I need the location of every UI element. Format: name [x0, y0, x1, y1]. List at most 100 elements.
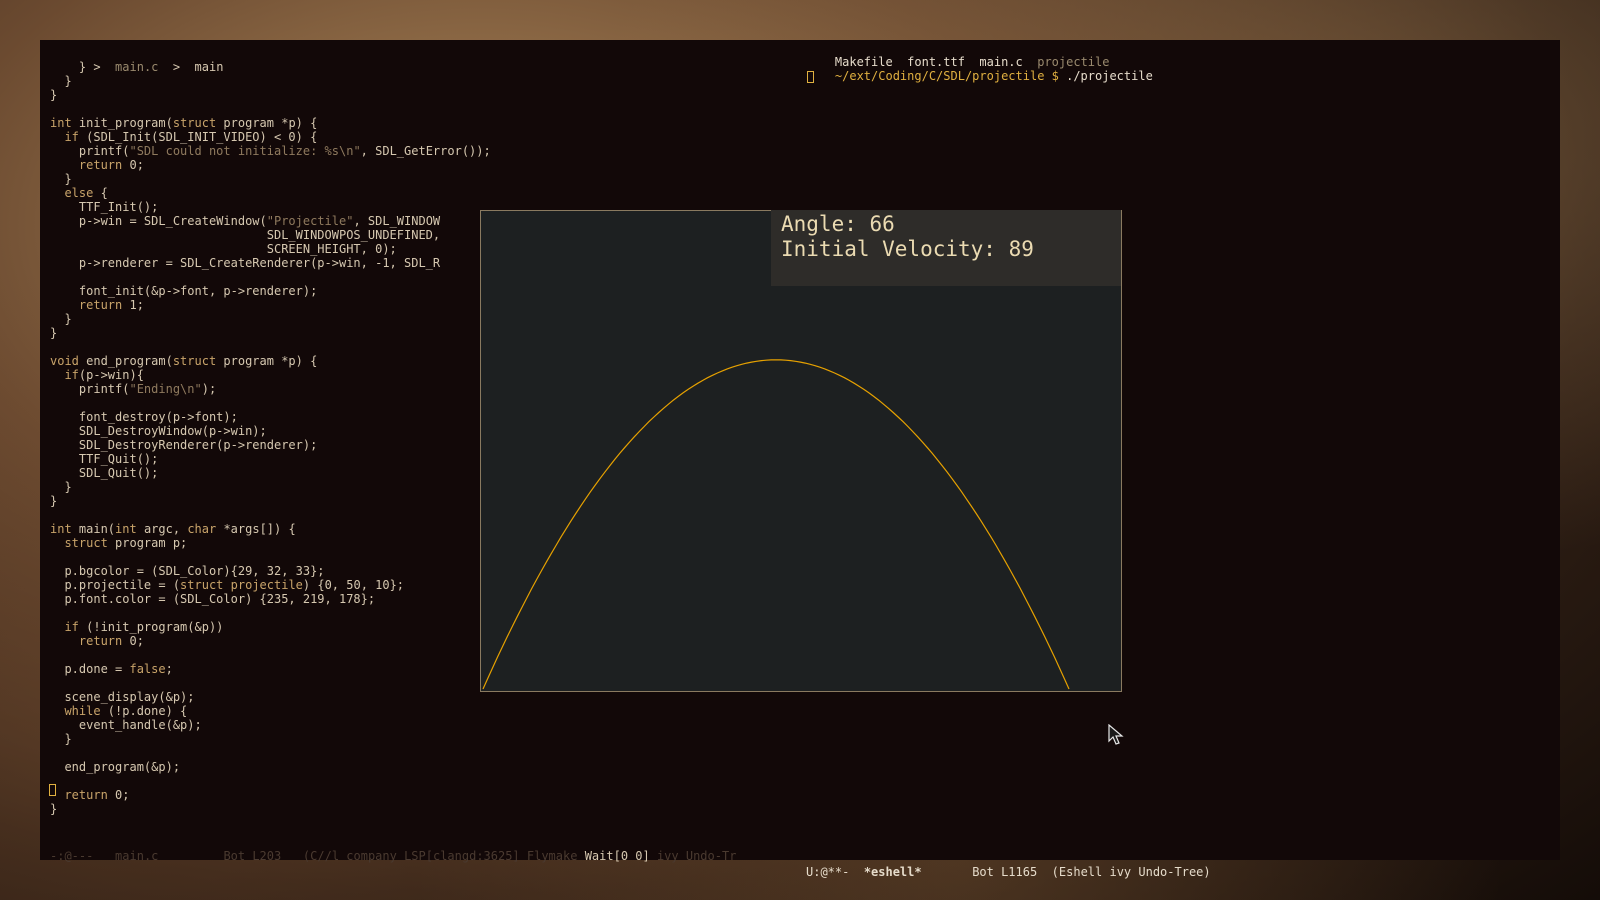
code-line[interactable]: printf("Ending\n");: [50, 382, 216, 396]
code-line[interactable]: struct program p;: [50, 536, 187, 550]
code-line[interactable]: }: [50, 60, 86, 74]
code-line[interactable]: }: [50, 312, 72, 326]
code-line[interactable]: TTF_Quit();: [50, 452, 158, 466]
code-line[interactable]: p->win = SDL_CreateWindow("Projectile", …: [50, 214, 440, 228]
ml-right-modes: (Eshell ivy Undo-Tree): [1051, 865, 1211, 879]
code-line[interactable]: if(p->win){: [50, 368, 144, 382]
code-line[interactable]: SCREEN_HEIGHT, 0);: [50, 242, 397, 256]
code-line[interactable]: }: [50, 802, 57, 816]
code-line[interactable]: end_program(&p);: [50, 760, 180, 774]
code-text: (SDL_Init(SDL_INIT_VIDEO) < 0) {: [78, 130, 318, 144]
code-text: ;: [165, 662, 173, 676]
code-text: (p->win){: [78, 368, 144, 382]
code-line[interactable]: while (!p.done) {: [50, 704, 187, 718]
code-keyword: return: [78, 298, 123, 312]
code-text: end_program(&p);: [50, 760, 181, 774]
code-line[interactable]: }: [50, 480, 72, 494]
code-line[interactable]: TTF_Init();: [50, 200, 158, 214]
code-line[interactable]: else {: [50, 186, 107, 200]
code-line[interactable]: return 1;: [50, 298, 144, 312]
code-text: 0;: [122, 634, 144, 648]
code-line[interactable]: }: [50, 88, 57, 102]
code-keyword: int: [115, 522, 137, 536]
editor-cursor: [49, 784, 56, 796]
code-keyword: if: [64, 368, 79, 382]
code-keyword: struct: [172, 116, 217, 130]
code-line[interactable]: if (SDL_Init(SDL_INIT_VIDEO) < 0) {: [50, 130, 317, 144]
code-keyword: else: [64, 186, 94, 200]
code-line[interactable]: SDL_Quit();: [50, 466, 158, 480]
code-line[interactable]: return 0;: [50, 634, 144, 648]
code-line[interactable]: font_destroy(p->font);: [50, 410, 238, 424]
code-text: end_program(: [78, 354, 173, 368]
code-text: }: [50, 312, 72, 326]
code-text: printf(: [50, 144, 130, 158]
code-line[interactable]: p.bgcolor = (SDL_Color){29, 32, 33};: [50, 564, 324, 578]
terminal-prompt-line: ~/ext/Coding/C/SDL/projectile $ ./projec…: [806, 55, 1153, 83]
code-string: "Ending\n": [129, 382, 202, 396]
code-text: printf(: [50, 382, 130, 396]
code-text: TTF_Init();: [50, 200, 159, 214]
code-line[interactable]: return 0;: [50, 788, 129, 802]
code-line[interactable]: SDL_WINDOWPOS_UNDEFINED,: [50, 228, 440, 242]
code-string: "SDL could not initialize: %s\n": [129, 144, 361, 158]
mode-line-left: -:@--- main.c Bot L203 (C//l company LSP…: [50, 848, 736, 864]
code-line[interactable]: scene_display(&p);: [50, 690, 194, 704]
breadcrumb-symbol[interactable]: main: [195, 60, 224, 74]
code-line[interactable]: }: [50, 74, 71, 88]
angle-label: Angle: 66: [781, 212, 895, 236]
ml-right-state: U:@**-: [806, 865, 850, 879]
code-text: SDL_WINDOWPOS_UNDEFINED,: [50, 228, 441, 242]
breadcrumb-file[interactable]: main.c: [115, 60, 158, 74]
code-text: p->renderer = SDL_CreateRenderer(p->win,…: [50, 256, 441, 270]
trajectory-curve: [482, 359, 1070, 690]
code-keyword: char: [187, 522, 217, 536]
code-text: init_program(: [71, 116, 173, 130]
code-text: p.projectile = (: [50, 578, 181, 592]
code-line[interactable]: printf("SDL could not initialize: %s\n",…: [50, 144, 491, 158]
code-keyword: while: [64, 704, 101, 718]
code-line[interactable]: }: [50, 172, 72, 186]
code-keyword: return: [64, 788, 108, 802]
mode-line: -:@--- main.c Bot L203 (C//l company LSP…: [40, 832, 1560, 879]
code-text: p.done =: [50, 662, 130, 676]
code-text: }: [50, 172, 72, 186]
code-text: SDL_DestroyWindow(p->win);: [50, 424, 267, 438]
code-line[interactable]: return 0;: [50, 158, 144, 172]
code-text: }: [50, 480, 72, 494]
mode-line-right: U:@**- *eshell* Bot L1165 (Eshell ivy Un…: [806, 864, 1211, 880]
code-keyword: struct: [172, 354, 217, 368]
mouse-pointer-icon: [1108, 724, 1124, 745]
code-line[interactable]: event_handle(&p);: [50, 718, 202, 732]
code-line[interactable]: void end_program(struct program *p) {: [50, 354, 317, 368]
code-text: 0;: [122, 158, 144, 172]
ml-left-tail: ivy Undo-Tr: [649, 849, 737, 863]
code-line[interactable]: int init_program(struct program *p) {: [50, 116, 317, 130]
prompt-path: ~/ext/Coding/C/SDL/projectile $: [834, 69, 1059, 83]
code-text: p.font.color = (SDL_Color) {235, 219, 17…: [50, 592, 376, 606]
code-line[interactable]: }: [50, 326, 57, 340]
code-text: }: [50, 326, 58, 340]
code-text: SDL_DestroyRenderer(p->renderer);: [50, 438, 318, 452]
code-text: SCREEN_HEIGHT, 0);: [50, 242, 397, 256]
code-line[interactable]: int main(int argc, char *args[]) {: [50, 522, 296, 536]
code-line[interactable]: p->renderer = SDL_CreateRenderer(p->win,…: [50, 256, 440, 270]
code-line[interactable]: }: [50, 732, 71, 746]
code-text: (!p.done) {: [100, 704, 188, 718]
code-text: font_init(&p->font, p->renderer);: [50, 284, 318, 298]
code-line[interactable]: p.projectile = (struct projectile) {0, 5…: [50, 578, 404, 592]
code-text: ) {0, 50, 10};: [302, 578, 405, 592]
code-line[interactable]: p.font.color = (SDL_Color) {235, 219, 17…: [50, 592, 375, 606]
ml-left-pos: Bot L203: [223, 849, 282, 863]
terminal-cursor[interactable]: [807, 71, 814, 83]
code-line[interactable]: SDL_DestroyWindow(p->win);: [50, 424, 267, 438]
code-line[interactable]: SDL_DestroyRenderer(p->renderer);: [50, 438, 317, 452]
code-line[interactable]: if (!init_program(&p)): [50, 620, 223, 634]
code-line[interactable]: p.done = false;: [50, 662, 173, 676]
code-line[interactable]: font_init(&p->font, p->renderer);: [50, 284, 317, 298]
code-line[interactable]: }: [50, 494, 57, 508]
